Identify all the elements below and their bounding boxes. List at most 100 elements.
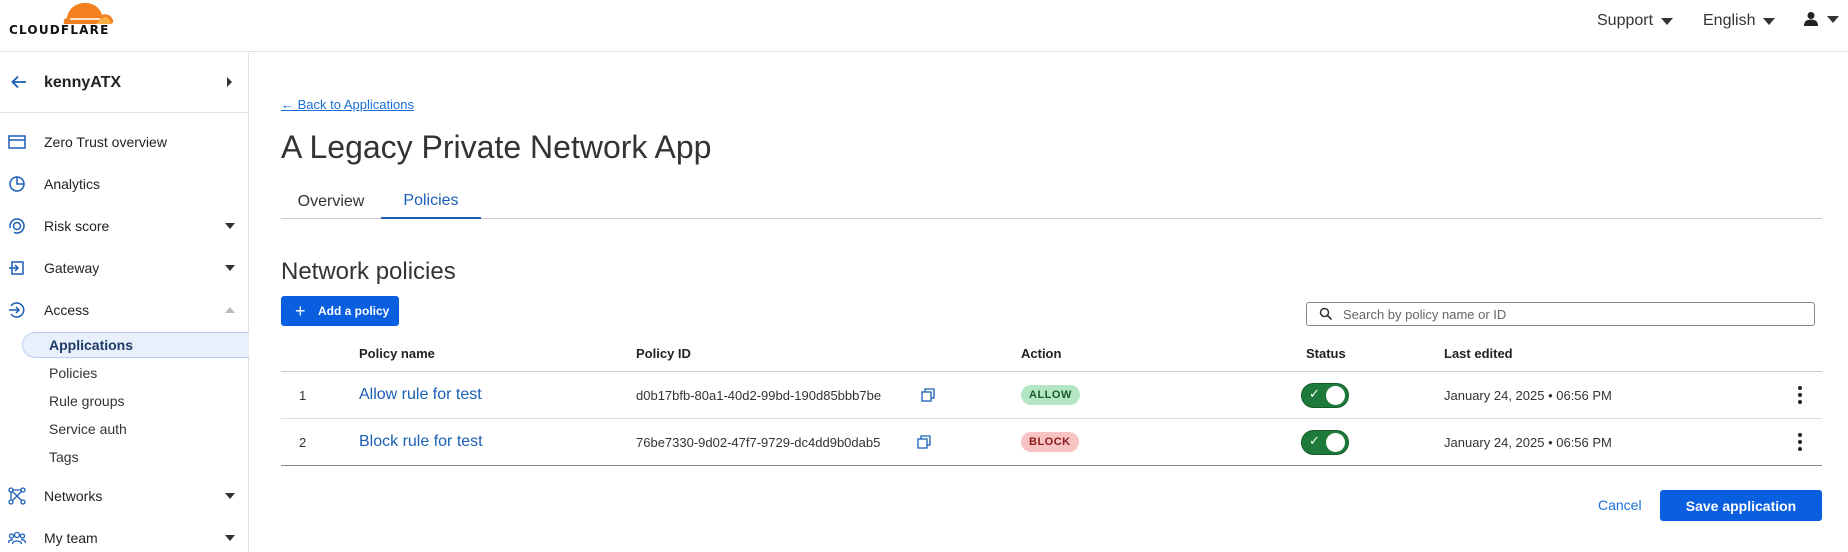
sidebar-item-risk-score[interactable]: Risk score [0,211,248,241]
table-row: 1 Allow rule for test d0b17bfb-80a1-40d2… [281,372,1822,419]
save-application-button[interactable]: Save application [1660,490,1822,521]
language-label: English [1703,12,1756,29]
cloudflare-logo[interactable]: CLOUDFLARE [4,0,116,40]
policy-search[interactable] [1306,302,1815,326]
sidebar-item-label: Access [44,302,90,318]
policy-name-link[interactable]: Block rule for test [359,419,483,465]
add-policy-label: Add a policy [318,304,390,318]
copy-icon [917,435,931,449]
table-row: 2 Block rule for test 76be7330-9d02-47f7… [281,419,1822,466]
chevron-right-icon [227,77,232,87]
network-icon [8,487,26,505]
column-header-policy-id[interactable]: Policy ID [636,346,691,361]
sidebar-item-label: Zero Trust overview [44,134,167,150]
sidebar-item-label: Networks [44,488,103,504]
toggle-knob [1326,432,1345,452]
column-header-action[interactable]: Action [1021,346,1061,361]
account-switcher[interactable]: kennyATX [0,53,248,113]
sidebar-item-gateway[interactable]: Gateway [0,253,248,283]
row-actions-button[interactable] [1792,372,1808,418]
plus-icon: + [295,301,306,321]
policy-id: d0b17bfb-80a1-40d2-99bd-190d85bbb7be [636,387,882,403]
more-vertical-icon [1792,385,1808,405]
status-toggle[interactable]: ✓ [1301,429,1349,455]
search-icon [1319,307,1333,321]
copy-id-button[interactable] [921,372,935,418]
sidebar-subitem-label: Tags [49,449,79,465]
tab-overview[interactable]: Overview [281,185,381,219]
sidebar-item-zero-trust-overview[interactable]: Zero Trust overview [0,127,248,157]
check-icon: ✓ [1309,432,1320,448]
copy-id-button[interactable] [917,419,931,465]
chevron-down-icon [1827,15,1839,23]
sidebar-subitem-label: Rule groups [49,393,125,409]
add-policy-button[interactable]: + Add a policy [281,296,399,326]
user-menu[interactable] [1803,11,1839,27]
more-vertical-icon [1792,432,1808,452]
sidebar-subitem-label: Applications [49,337,134,353]
user-icon [1804,12,1818,26]
sidebar-subitem-rule-groups[interactable]: Rule groups [22,388,249,414]
row-actions-button[interactable] [1792,419,1808,465]
chevron-up-icon [225,307,235,313]
sidebar-subitem-policies[interactable]: Policies [22,360,249,386]
last-edited: January 24, 2025 • 06:56 PM [1444,387,1612,403]
sidebar-item-my-team[interactable]: My team [0,523,248,552]
sidebar-subitem-applications[interactable]: Applications [22,332,249,358]
column-header-last-edited[interactable]: Last edited [1444,346,1513,361]
chevron-down-icon [225,535,235,541]
policy-id: 76be7330-9d02-47f7-9729-dc4dd9b0dab5 [636,434,881,450]
policy-name-link[interactable]: Allow rule for test [359,372,482,418]
sidebar-subitem-service-auth[interactable]: Service auth [22,416,249,442]
section-title: Network policies [281,258,456,285]
column-header-policy-name[interactable]: Policy name [359,346,435,361]
row-index: 1 [299,387,307,403]
sidebar-item-label: Gateway [44,260,100,276]
sidebar-subitem-tags[interactable]: Tags [22,444,249,470]
chevron-down-icon [225,265,235,271]
tab-bar: Overview Policies [281,185,1822,219]
page-title: A Legacy Private Network App [281,129,712,165]
sidebar: kennyATX Zero Trust overview Analytics R… [0,53,249,552]
browser-window-icon [8,133,26,151]
chevron-down-icon [225,493,235,499]
support-label: Support [1597,12,1654,29]
tab-policies[interactable]: Policies [381,185,481,219]
risk-gauge-icon [8,217,26,235]
logo-text: CLOUDFLARE [9,23,110,37]
status-toggle[interactable]: ✓ [1301,382,1349,408]
last-edited: January 24, 2025 • 06:56 PM [1444,434,1612,450]
sidebar-item-analytics[interactable]: Analytics [0,169,248,199]
back-to-applications-link[interactable]: ← Back to Applications [281,97,414,112]
sidebar-item-label: Analytics [44,176,101,192]
status-cell: ✓ [1301,372,1349,418]
copy-icon [921,388,935,402]
team-icon [8,529,26,547]
toggle-knob [1326,385,1345,405]
sidebar-subitem-label: Service auth [49,421,127,437]
gateway-icon [8,259,26,277]
sidebar-item-label: My team [44,530,98,546]
sidebar-item-networks[interactable]: Networks [0,481,248,511]
chevron-down-icon [225,223,235,229]
check-icon: ✓ [1309,385,1320,401]
pie-chart-icon [8,175,26,193]
language-menu[interactable]: English [1703,12,1776,30]
sidebar-subitem-label: Policies [49,365,98,381]
sidebar-item-label: Risk score [44,218,110,234]
sidebar-item-access[interactable]: Access [0,295,248,325]
cancel-button[interactable]: Cancel [1598,497,1642,513]
arrow-left-icon[interactable] [10,73,28,97]
account-name: kennyATX [44,74,122,91]
action-badge-allow: ALLOW [1021,385,1080,405]
chevron-down-icon [1763,17,1776,25]
action-cell: BLOCK [1021,419,1079,465]
status-cell: ✓ [1301,419,1349,465]
support-menu[interactable]: Support [1597,12,1674,30]
column-header-status[interactable]: Status [1306,346,1346,361]
action-cell: ALLOW [1021,372,1080,418]
access-icon [8,301,26,319]
action-badge-block: BLOCK [1021,432,1079,452]
chevron-down-icon [1661,17,1674,25]
search-input[interactable] [1343,305,1803,323]
